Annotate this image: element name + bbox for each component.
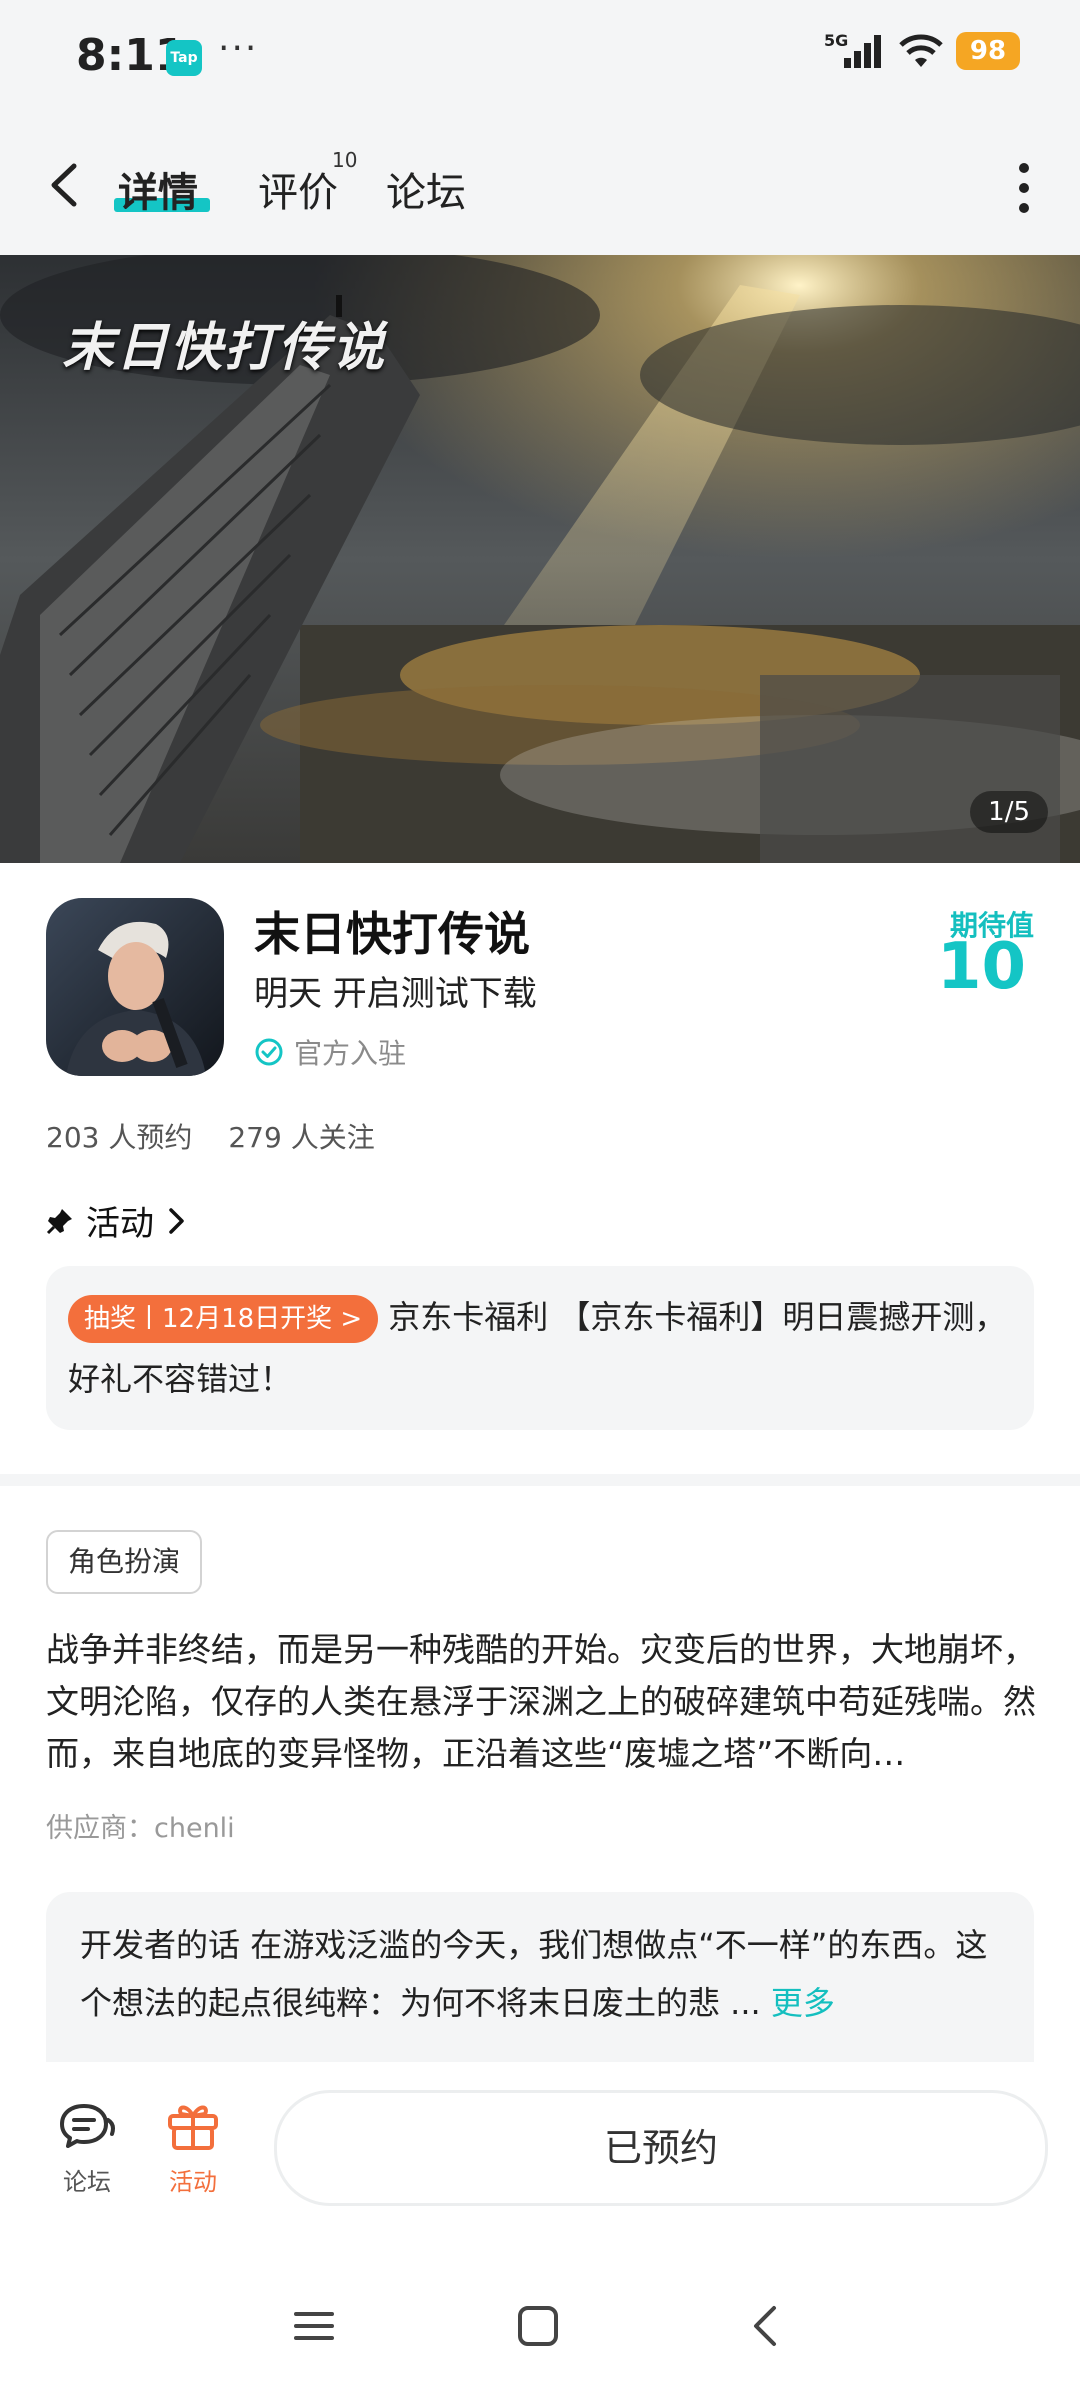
back-arrow-icon[interactable] bbox=[42, 160, 92, 210]
game-title: 末日快打传说 bbox=[254, 907, 530, 961]
lottery-badge[interactable]: 抽奖丨12月18日开奖 > bbox=[68, 1295, 379, 1343]
activity-button-label: 活动 bbox=[169, 2168, 217, 2196]
section-divider bbox=[0, 1474, 1080, 1486]
battery-icon: 98 bbox=[956, 32, 1020, 70]
forum-button[interactable]: 论坛 bbox=[42, 2100, 132, 2197]
gift-icon bbox=[168, 2105, 218, 2150]
wifi-icon bbox=[899, 34, 943, 67]
system-navigation-bar bbox=[0, 2262, 1080, 2400]
more-link[interactable]: 更多 bbox=[771, 1984, 835, 2022]
signal-5g-icon: 5G bbox=[824, 32, 881, 68]
activity-button[interactable]: 活动 bbox=[148, 2100, 238, 2197]
game-subtitle: 明天 开启测试下载 bbox=[254, 974, 537, 1014]
game-stats: 203 人预约 279 人关注 bbox=[46, 1116, 375, 1156]
follow-count: 279 人关注 bbox=[228, 1121, 375, 1154]
pin-icon bbox=[46, 1208, 72, 1234]
supplier-info: 供应商：chenli bbox=[46, 1813, 235, 1844]
official-label: 官方入驻 bbox=[294, 1037, 407, 1070]
game-logo: 末日快打传说 bbox=[62, 317, 387, 378]
reviews-count: 10 bbox=[332, 148, 358, 172]
tab-forum[interactable]: 论坛 bbox=[386, 160, 466, 218]
expectation-value: 10 bbox=[936, 930, 1026, 1004]
system-back-icon[interactable] bbox=[744, 2304, 788, 2348]
bottom-action-bar: 论坛 活动 已预约 bbox=[0, 2062, 1080, 2262]
more-notifications-icon: ··· bbox=[218, 28, 259, 69]
forum-chat-icon bbox=[60, 2104, 115, 2148]
game-icon bbox=[46, 898, 224, 1076]
svg-text:5G: 5G bbox=[824, 32, 848, 50]
activity-card[interactable]: 抽奖丨12月18日开奖 > 京东卡福利 【京东卡福利】明日震撼开测，好礼不容错过！ bbox=[46, 1266, 1034, 1430]
tab-reviews[interactable]: 评价 bbox=[258, 160, 338, 218]
reserved-button[interactable]: 已预约 bbox=[274, 2090, 1048, 2206]
genre-tag[interactable]: 角色扮演 bbox=[46, 1530, 203, 1594]
chevron-right-icon bbox=[169, 1207, 184, 1234]
developer-note-card[interactable]: 开发者的话 在游戏泛滥的今天，我们想做点“不一样”的东西。这个想法的起点很纯粹：… bbox=[46, 1892, 1034, 2062]
activity-heading: 活动 bbox=[86, 1204, 154, 1244]
activity-section-header[interactable]: 活动 bbox=[46, 1196, 188, 1245]
home-icon[interactable] bbox=[516, 2304, 560, 2348]
developer-note-label: 开发者的话 bbox=[80, 1926, 241, 1964]
game-description[interactable]: 战争并非终结，而是另一种残酷的开始。灾变后的世界，大地崩坏，文明沦陷，仅存的人类… bbox=[46, 1624, 1036, 1780]
recent-apps-icon[interactable] bbox=[292, 2304, 336, 2348]
taptap-notification-icon: Tap bbox=[166, 40, 202, 76]
status-bar: 8:11 Tap ··· 5G 98 bbox=[0, 0, 1080, 120]
hero-banner[interactable]: 末日快打传说 1/5 bbox=[0, 255, 1080, 863]
top-nav: 详情 评价 10 论坛 bbox=[0, 120, 1080, 255]
reservation-count: 203 人预约 bbox=[46, 1121, 193, 1154]
activity-content: 抽奖丨12月18日开奖 > 京东卡福利 【京东卡福利】明日震撼开测，好礼不容错过！ bbox=[68, 1286, 1008, 1410]
tab-details[interactable]: 详情 bbox=[118, 160, 198, 218]
official-badge[interactable]: 官方入驻 bbox=[254, 1032, 406, 1072]
developer-note: 开发者的话 在游戏泛滥的今天，我们想做点“不一样”的东西。这个想法的起点很纯粹：… bbox=[80, 1916, 1000, 2032]
forum-button-label: 论坛 bbox=[63, 2168, 111, 2196]
image-pager: 1/5 bbox=[970, 791, 1048, 833]
check-circle-icon bbox=[255, 1038, 283, 1066]
more-options-icon[interactable] bbox=[1016, 160, 1032, 216]
